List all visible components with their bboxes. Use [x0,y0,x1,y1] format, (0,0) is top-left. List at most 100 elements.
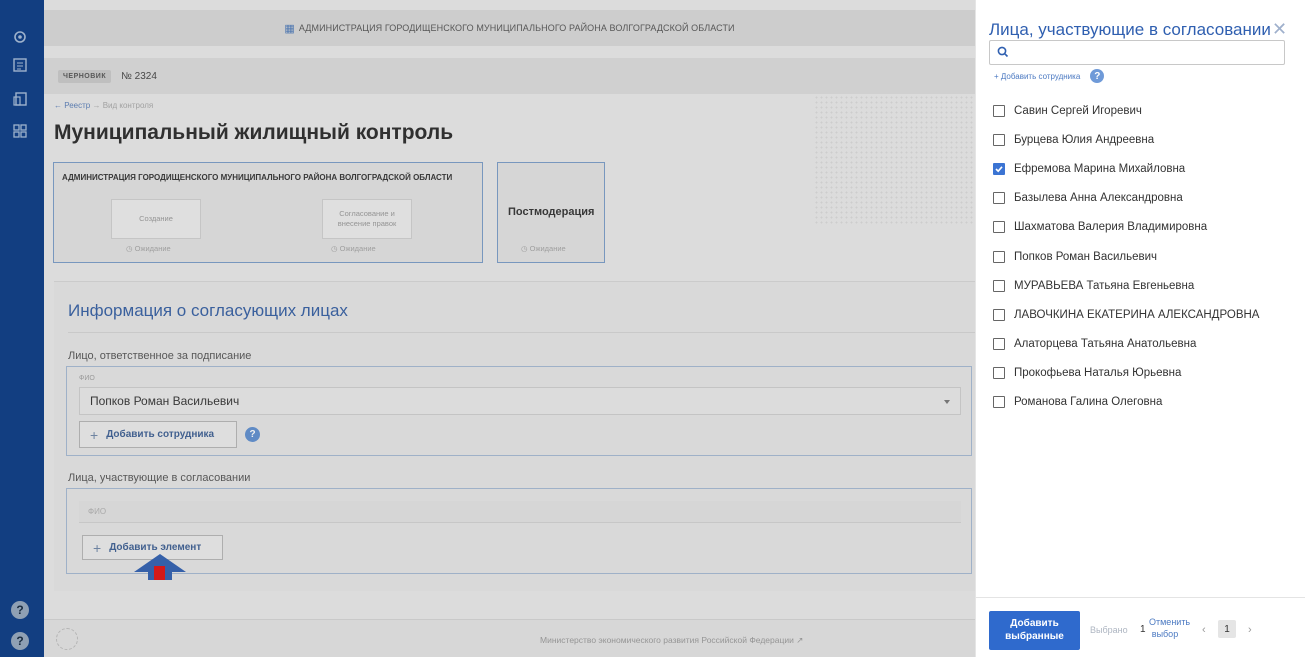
participants-group: ФИО + Добавить элемент [66,488,972,574]
building-icon: ▦ [284,22,295,35]
pagination-page[interactable]: 1 [1218,620,1236,638]
org-title: АДМИНИСТРАЦИЯ ГОРОДИЩЕНСКОГО МУНИЦИПАЛЬН… [298,23,735,33]
external-link-icon: ↗ [796,635,804,645]
approvers-section: Информация о согласующих лицах Лицо, отв… [54,281,975,591]
add-employee-label: Добавить сотрудника [106,429,215,440]
main-area: ▦ АДМИНИСТРАЦИЯ ГОРОДИЩЕНСКОГО МУНИЦИПАЛ… [44,0,975,657]
divider [68,332,975,333]
employee-list: Савин Сергей Игоревич Бурцева Юлия Андрее… [993,96,1293,417]
employee-option[interactable]: Попков Роман Васильевич [993,242,1293,271]
chevron-left-icon[interactable]: ‹ [1202,624,1206,636]
decorative-pattern [814,75,974,225]
employee-name: Базылева Анна Александровна [1014,192,1183,205]
stage-card-create: Создание [111,199,201,239]
employee-option[interactable]: Прокофьева Наталья Юрьевна [993,359,1293,388]
signer-value: Попков Роман Васильевич [90,394,240,408]
search-input[interactable] [989,40,1285,65]
search-icon [997,46,1009,58]
checkbox[interactable] [993,308,1005,321]
stage-group: АДМИНИСТРАЦИЯ ГОРОДИЩЕНСКОГО МУНИЦИПАЛЬН… [53,162,483,263]
drawer-footer: Добавить выбранные Выбрано 1 Отменить вы… [976,597,1305,657]
selected-count: 1 [1140,624,1146,635]
stage-card-postmoderation: Постмодерация [508,206,595,218]
employee-name: Шахматова Валерия Владимировна [1014,221,1208,234]
employee-name: Алаторцева Татьяна Анатольевна [1014,338,1197,351]
employee-option[interactable]: Алаторцева Татьяна Анатольевна [993,330,1293,359]
stage-status-postmoderation: ◷ Ожидание [521,244,566,253]
checkbox[interactable] [993,221,1005,234]
checkbox[interactable] [993,192,1005,205]
drawer-title: Лица, участвующие в согласовании [989,20,1271,39]
page-footer: Министерство экономического развития Рос… [44,619,975,657]
employee-option[interactable]: Шахматова Валерия Владимировна [993,213,1293,242]
employee-option[interactable]: МУРАВЬЕВА Татьяна Евгеньевна [993,271,1293,300]
employee-option[interactable]: Бурцева Юлия Андреевна [993,125,1293,154]
add-employee-button[interactable]: + Добавить сотрудника [79,421,237,448]
document-number: № 2324 [121,70,157,82]
employee-option[interactable]: Базылева Анна Александровна [993,184,1293,213]
document-icon[interactable] [10,89,30,109]
help-icon[interactable]: ? [11,601,29,619]
checkbox[interactable] [993,250,1005,263]
chevron-right-icon[interactable]: › [1248,624,1252,636]
checkbox[interactable] [993,367,1005,380]
participants-drawer: Лица, участвующие в согласовании ✕ + Доб… [975,0,1305,657]
ministry-link[interactable]: Министерство экономического развития Рос… [540,635,803,646]
grid-icon[interactable] [10,121,30,141]
employee-name: Романова Галина Олеговна [1014,396,1163,409]
checkbox[interactable] [993,279,1005,292]
plus-icon: + [90,426,99,443]
checkbox[interactable] [993,133,1005,146]
checkbox[interactable] [993,396,1005,409]
cancel-selection-text: Отменить выбор [1149,617,1191,640]
add-employee-link[interactable]: + Добавить сотрудника ? [994,69,1105,83]
checkbox[interactable] [993,338,1005,351]
stage-card-approval: Согласование и внесение правок [322,199,412,239]
signer-group: ФИО Попков Роман Васильевич + Добавить с… [66,366,972,456]
coat-of-arms-logo [56,628,78,650]
plus-icon: + [93,539,102,556]
list-icon[interactable] [10,55,30,75]
breadcrumb-registry-link[interactable]: ← Реестр [54,101,90,110]
fio-small-label: ФИО [79,375,95,382]
employee-name: Прокофьева Наталья Юрьевна [1014,367,1182,380]
settings-icon[interactable] [10,27,30,47]
help-icon[interactable]: ? [245,427,260,442]
section-title: Информация о согласующих лицах [68,301,348,320]
checkbox[interactable] [993,104,1005,117]
add-selected-button[interactable]: Добавить выбранные [989,611,1080,650]
employee-name: Ефремова Марина Михайловна [1014,162,1186,175]
selected-label: Выбрано [1090,625,1128,635]
stage-status-create: ◷ Ожидание [126,244,171,253]
left-rail: ? ? [0,0,44,657]
stage-group-heading: АДМИНИСТРАЦИЯ ГОРОДИЩЕНСКОГО МУНИЦИПАЛЬН… [62,173,453,182]
employee-option[interactable]: Романова Галина Олеговна [993,388,1293,417]
employee-name: Бурцева Юлия Андреевна [1014,133,1155,146]
document-bar: ЧЕРНОВИК № 2324 [44,58,975,94]
close-icon[interactable]: ✕ [1272,20,1287,38]
org-header: ▦ АДМИНИСТРАЦИЯ ГОРОДИЩЕНСКОГО МУНИЦИПАЛ… [44,10,975,46]
pointer-arrow-icon [134,554,186,580]
employee-name: МУРАВЬЕВА Татьяна Евгеньевна [1014,279,1195,292]
signer-select[interactable]: Попков Роман Васильевич [79,387,961,415]
stage-postmoderation: Постмодерация ◷ Ожидание [497,162,605,263]
employee-name: Попков Роман Васильевич [1014,250,1158,263]
add-element-label: Добавить элемент [109,542,202,553]
employee-name: ЛАВОЧКИНА ЕКАТЕРИНА АЛЕКСАНДРОВНА [1014,308,1260,321]
support-icon[interactable]: ? [11,632,29,650]
page-title: Муниципальный жилищный контроль [54,121,454,144]
signer-label: Лицо, ответственное за подписание [68,350,252,362]
participants-label: Лица, участвующие в согласовании [68,472,251,484]
checkbox-checked[interactable] [993,162,1005,175]
help-icon[interactable]: ? [1090,69,1105,83]
fio-column-header: ФИО [79,501,961,523]
status-badge: ЧЕРНОВИК [58,69,112,83]
cancel-selection-link[interactable]: Отменить выбор [1149,616,1191,640]
breadcrumb-current: Вид контроля [102,101,154,110]
employee-option[interactable]: Ефремова Марина Михайловна [993,154,1293,183]
stage-status-approval: ◷ Ожидание [331,244,376,253]
employee-option[interactable]: ЛАВОЧКИНА ЕКАТЕРИНА АЛЕКСАНДРОВНА [993,300,1293,329]
breadcrumb-separator: → [92,101,101,110]
employee-name: Савин Сергей Игоревич [1014,104,1142,117]
employee-option[interactable]: Савин Сергей Игоревич [993,96,1293,125]
